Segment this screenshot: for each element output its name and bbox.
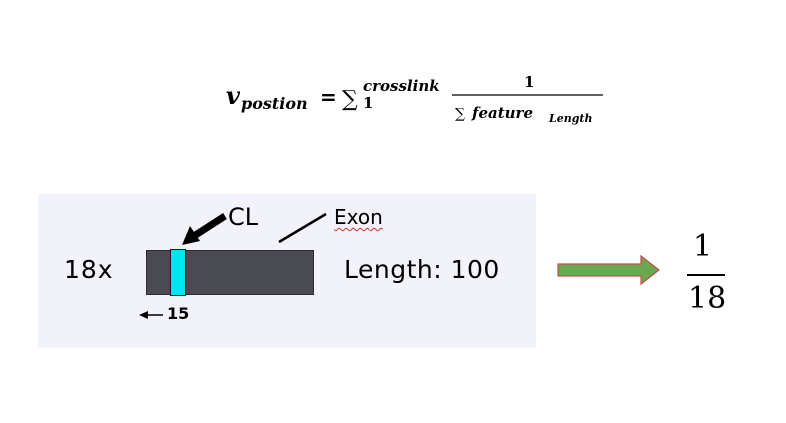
position-arrow-head	[139, 311, 148, 319]
crosslink-arrow-shaft	[192, 213, 227, 239]
result-denominator: 18	[688, 281, 727, 316]
result-numerator: 1	[693, 229, 713, 264]
result-arrow-icon	[557, 254, 660, 286]
result-fraction-bar	[687, 274, 725, 276]
diagram-overlay	[139, 212, 660, 319]
exon-leader-line	[278, 212, 327, 244]
